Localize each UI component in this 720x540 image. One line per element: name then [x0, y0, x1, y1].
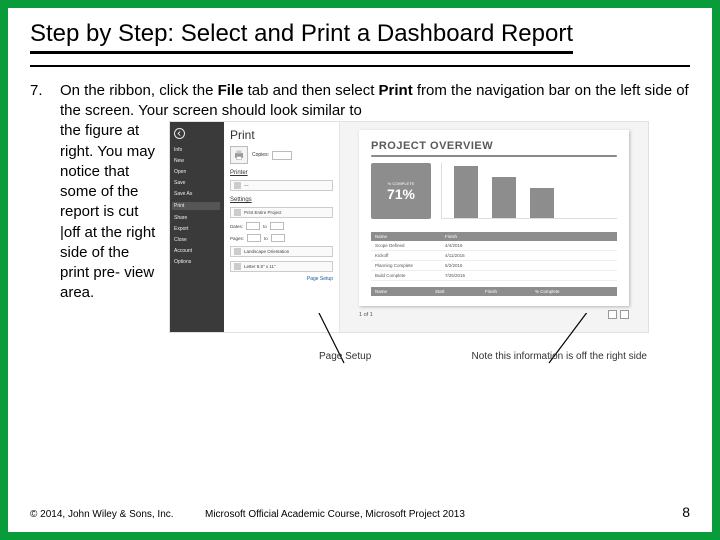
page-number: 8 [682, 504, 690, 520]
nav-new[interactable]: New [174, 158, 220, 164]
overview-top: % COMPLETE 71% [371, 163, 617, 222]
printer-select[interactable]: — [230, 180, 333, 191]
printer-name: — [244, 183, 249, 188]
bold-print: Print [379, 82, 413, 99]
nav-print[interactable]: Print [172, 202, 220, 210]
nav-saveas[interactable]: Save As [174, 191, 220, 197]
opt-orient-label: Landscape Orientation [244, 249, 289, 254]
print-heading: Print [230, 128, 333, 142]
th-name: Name [371, 232, 441, 241]
orient-icon [234, 248, 241, 255]
print-button[interactable] [230, 146, 248, 164]
opt-scope-label: Print Entire Project [244, 210, 282, 215]
bold-file: File [218, 82, 244, 99]
lower-row: the figure at right. You may notice that… [60, 121, 690, 373]
step-row: 7. On the ribbon, click the File tab and… [30, 81, 690, 374]
table-row: Planning Complete5/2/2016 [371, 261, 617, 271]
page-to[interactable] [271, 234, 285, 242]
nav-account[interactable]: Account [174, 248, 220, 254]
copies-label: Copies: [252, 152, 269, 158]
pages-label: Pages: [230, 236, 244, 241]
copies: Copies: [252, 151, 292, 160]
opt-paper[interactable]: Letter 8.5" x 11" [230, 261, 333, 272]
nav-info[interactable]: Info [174, 147, 220, 153]
date-to[interactable] [270, 222, 284, 230]
nav-export[interactable]: Export [174, 226, 220, 232]
overview-title: PROJECT OVERVIEW [371, 140, 617, 152]
pages-row: Pages: to [230, 234, 333, 242]
print-button-row: Copies: [230, 146, 333, 164]
pages-to-lbl: to [264, 236, 268, 241]
nav-options[interactable]: Options [174, 259, 220, 265]
date-from[interactable] [246, 222, 260, 230]
overview-table: Name Finish Scope Defined4/4/2016 Kickof… [371, 232, 617, 281]
title-rule [30, 65, 690, 67]
step-number: 7. [30, 81, 60, 99]
dates-row: Dates: to [230, 222, 333, 230]
page-title: Step by Step: Select and Print a Dashboa… [30, 20, 573, 54]
th-finish: Finish [441, 232, 617, 241]
settings-label: Settings [230, 197, 333, 203]
printer-icon-small [234, 182, 241, 189]
table-row: Build Complete7/25/2016 [371, 271, 617, 281]
preview-sheet: PROJECT OVERVIEW % COMPLETE 71% [359, 130, 629, 306]
bar-2 [492, 177, 516, 218]
print-preview: PROJECT OVERVIEW % COMPLETE 71% [340, 122, 648, 332]
table-row: Kickoff4/11/2016 [371, 251, 617, 261]
step-text-top: On the ribbon, click the File tab and th… [60, 81, 690, 122]
dates-to-lbl: to [263, 224, 267, 229]
backstage-nav: Info New Open Save Save As Print Share E… [170, 122, 224, 332]
paper-icon [234, 263, 241, 270]
page-setup-link[interactable]: Page Setup [230, 276, 333, 282]
course-name: Microsoft Official Academic Course, Micr… [205, 509, 465, 520]
milestone-table: Name Start Finish % Complete [371, 287, 617, 296]
pct-value: 71% [387, 186, 415, 202]
nav-save[interactable]: Save [174, 180, 220, 186]
printer-label: Printer [230, 170, 333, 176]
screenshot: Info New Open Save Save As Print Share E… [169, 121, 649, 333]
copyright: © 2014, John Wiley & Sons, Inc. [30, 509, 174, 520]
figure: Info New Open Save Save As Print Share E… [169, 121, 690, 373]
page-from[interactable] [247, 234, 261, 242]
table-head: Name Finish [371, 232, 617, 241]
pct-box: % COMPLETE 71% [371, 163, 431, 219]
back-icon[interactable] [174, 128, 185, 139]
mile-head: Name Start Finish % Complete [371, 287, 617, 296]
bar-3 [530, 188, 554, 218]
print-column: Print Copies: [224, 122, 340, 332]
printer-icon [233, 149, 245, 161]
copies-input[interactable] [272, 151, 292, 160]
callout-right: Note this information is off the right s… [472, 351, 647, 362]
opt-paper-label: Letter 8.5" x 11" [244, 264, 276, 269]
nav-open[interactable]: Open [174, 169, 220, 175]
bars-chart [441, 163, 617, 219]
callout-left: Page Setup [319, 351, 371, 362]
opt-scope[interactable]: Print Entire Project [230, 207, 333, 218]
dates-label: Dates: [230, 224, 243, 229]
t2: tab and then select [243, 82, 378, 99]
t1: On the ribbon, click the [60, 82, 218, 99]
step-content: On the ribbon, click the File tab and th… [60, 81, 690, 374]
overview-rule [371, 155, 617, 157]
nav-share[interactable]: Share [174, 215, 220, 221]
table-row: Scope Defined4/4/2016 [371, 241, 617, 251]
callouts: Page Setup Note this information is off … [169, 333, 649, 373]
slide-page: Step by Step: Select and Print a Dashboa… [8, 8, 712, 532]
step-text-side: the figure at right. You may notice that… [60, 121, 165, 303]
slide-footer: © 2014, John Wiley & Sons, Inc. Microsof… [30, 504, 690, 520]
opt-orient[interactable]: Landscape Orientation [230, 246, 333, 257]
bar-1 [454, 166, 478, 218]
doc-icon [234, 209, 241, 216]
slide-frame: Step by Step: Select and Print a Dashboa… [0, 0, 720, 540]
nav-close[interactable]: Close [174, 237, 220, 243]
